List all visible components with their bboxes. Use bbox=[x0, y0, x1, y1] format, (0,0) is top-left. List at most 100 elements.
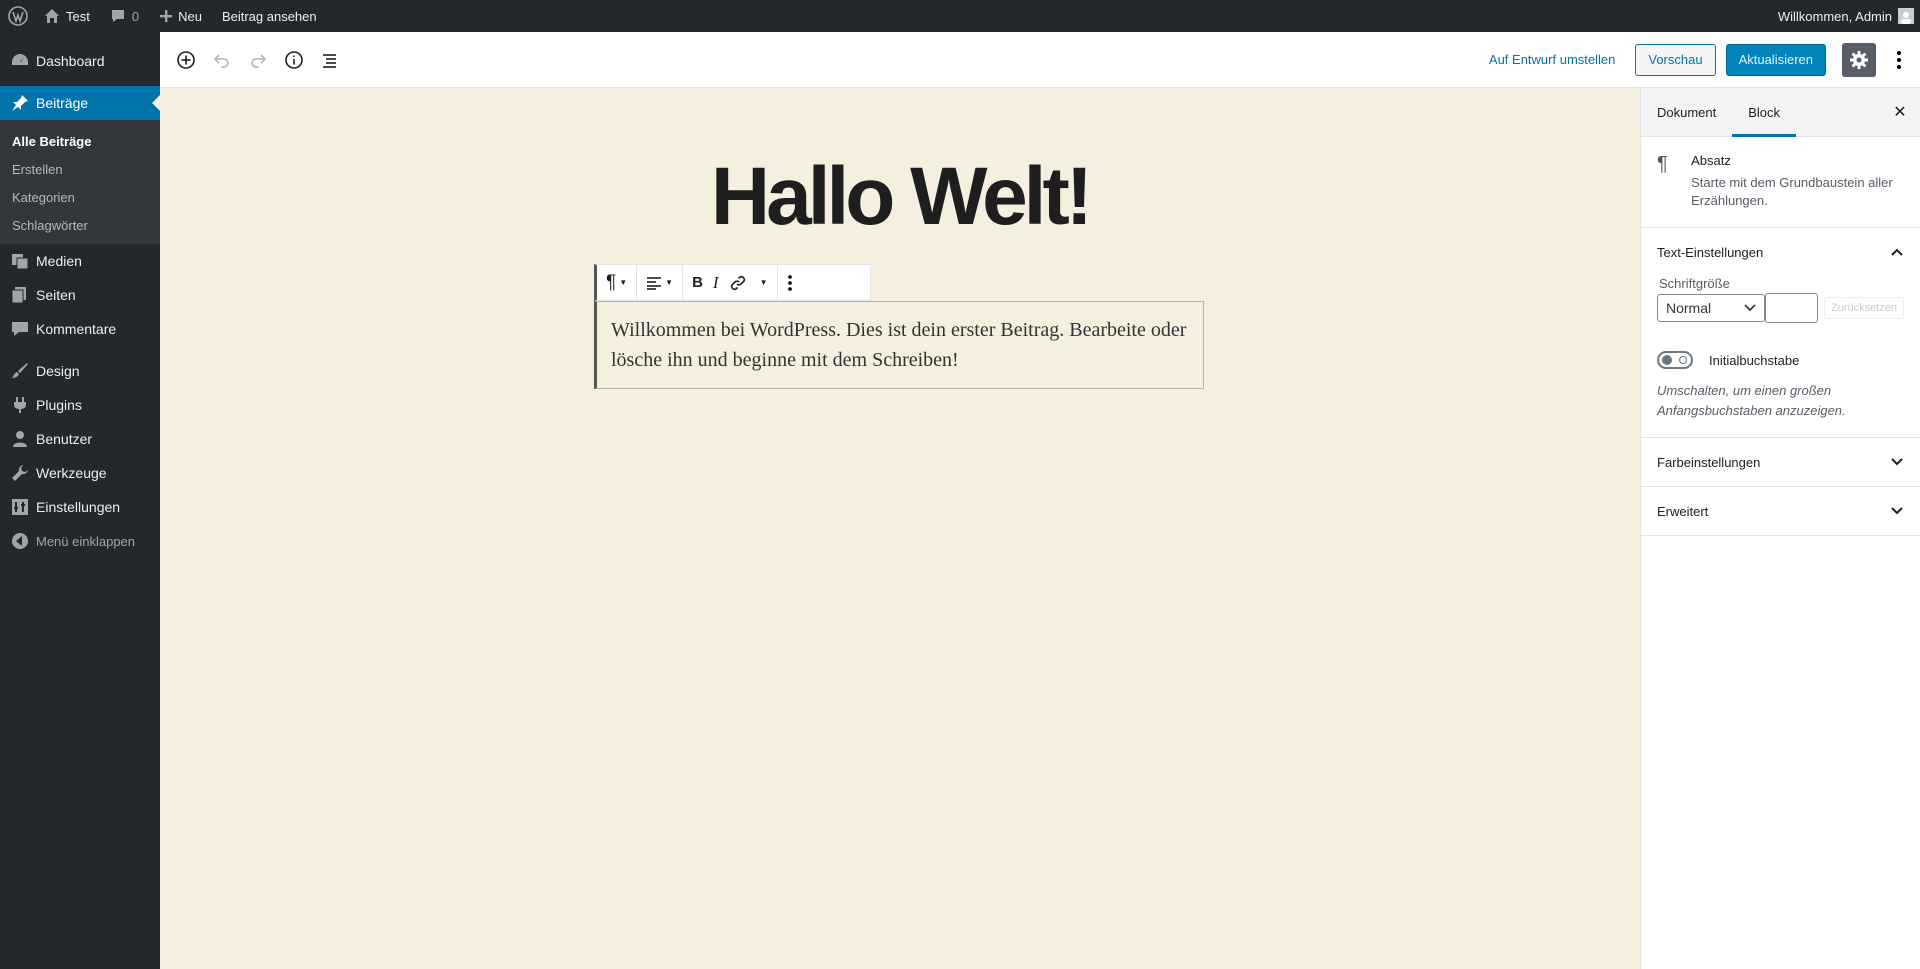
user-icon bbox=[10, 429, 30, 449]
outline-button[interactable] bbox=[312, 42, 348, 78]
chevron-down-icon bbox=[1890, 457, 1904, 467]
dashboard-icon bbox=[10, 51, 30, 71]
menu-label: Plugins bbox=[36, 397, 82, 413]
paragraph-icon: ¶ bbox=[1657, 153, 1668, 175]
inspector-tabs: Dokument Block ✕ bbox=[1641, 88, 1920, 137]
block-switcher[interactable]: ¶ ▼ bbox=[597, 265, 638, 300]
comment-icon bbox=[10, 319, 30, 339]
menu-dashboard[interactable]: Dashboard bbox=[0, 44, 160, 78]
menu-pages[interactable]: Seiten bbox=[0, 278, 160, 312]
menu-media[interactable]: Medien bbox=[0, 244, 160, 278]
font-size-value: Normal bbox=[1666, 300, 1712, 316]
view-post-label: Beitrag ansehen bbox=[221, 8, 317, 24]
menu-label: Seiten bbox=[36, 287, 76, 303]
preview-button[interactable]: Vorschau bbox=[1635, 43, 1716, 76]
menu-label: Menü einklappen bbox=[36, 533, 136, 549]
panel-title: Text-Einstellungen bbox=[1657, 244, 1764, 260]
menu-label: Medien bbox=[36, 253, 82, 269]
undo-button[interactable] bbox=[204, 42, 240, 78]
new-label: Neu bbox=[178, 8, 202, 24]
menu-users[interactable]: Benutzer bbox=[0, 422, 160, 456]
block-card: ¶ Absatz Starte mit dem Grundbaustein al… bbox=[1641, 137, 1920, 228]
menu-plugins[interactable]: Plugins bbox=[0, 388, 160, 422]
menu-design[interactable]: Design bbox=[0, 354, 160, 388]
media-icon bbox=[10, 251, 30, 271]
tab-document[interactable]: Dokument bbox=[1641, 88, 1732, 137]
gear-icon bbox=[1849, 50, 1869, 70]
wordpress-logo-icon[interactable] bbox=[2, 0, 34, 32]
text-settings-toggle[interactable]: Text-Einstellungen bbox=[1641, 228, 1920, 276]
drop-cap-help: Umschalten, um einen großen Anfangsbuchs… bbox=[1657, 383, 1846, 418]
menu-comments[interactable]: Kommentare bbox=[0, 312, 160, 346]
text-settings-panel: Text-Einstellungen Schriftgröße Normal Z… bbox=[1641, 228, 1920, 438]
admin-bar: Test 0 Neu Beitrag ansehen Willkommen, A… bbox=[0, 0, 1920, 32]
chevron-up-icon bbox=[1890, 247, 1904, 257]
drop-cap-toggle[interactable] bbox=[1657, 351, 1693, 369]
reset-button[interactable]: Zurücksetzen bbox=[1823, 297, 1904, 319]
info-button[interactable] bbox=[276, 42, 312, 78]
pages-icon bbox=[10, 285, 30, 305]
paragraph-icon: ¶ ▼ bbox=[606, 271, 628, 293]
font-size-select[interactable]: Normal bbox=[1657, 294, 1766, 322]
editor-header: Auf Entwurf umstellen Vorschau Aktualisi… bbox=[160, 32, 1920, 88]
avatar bbox=[1898, 8, 1914, 24]
editor-canvas: Hallo Welt! ¶ ▼ ▼ B I ▼ Willkommen bei Wo… bbox=[160, 88, 1640, 969]
submenu-tags[interactable]: Schlagwörter bbox=[0, 211, 160, 239]
menu-settings[interactable]: Einstellungen bbox=[0, 490, 160, 524]
format-group: B I ▼ bbox=[683, 265, 778, 301]
advanced-panel: Erweitert bbox=[1641, 487, 1920, 536]
panel-title: Erweitert bbox=[1657, 503, 1709, 519]
menu-label: Design bbox=[36, 363, 80, 379]
post-title[interactable]: Hallo Welt! bbox=[660, 156, 1140, 238]
block-name: Absatz bbox=[1691, 153, 1731, 168]
block-more-options[interactable] bbox=[778, 265, 802, 300]
bold-button[interactable]: B bbox=[687, 265, 708, 301]
wrench-icon bbox=[10, 463, 30, 483]
brush-icon bbox=[10, 361, 30, 381]
color-settings-panel: Farbeinstellungen bbox=[1641, 438, 1920, 487]
menu-tools[interactable]: Werkzeuge bbox=[0, 456, 160, 490]
close-icon[interactable]: ✕ bbox=[1880, 102, 1920, 122]
switch-to-draft-button[interactable]: Auf Entwurf umstellen bbox=[1477, 52, 1627, 67]
view-post-link[interactable]: Beitrag ansehen bbox=[212, 0, 327, 32]
menu-label: Kommentare bbox=[36, 321, 117, 337]
menu-posts[interactable]: Beiträge bbox=[0, 86, 160, 120]
comments-count: 0 bbox=[131, 8, 140, 24]
chevron-down-icon bbox=[1890, 506, 1904, 516]
font-size-label: Schriftgröße bbox=[1659, 276, 1730, 291]
more-menu-button[interactable] bbox=[1882, 43, 1916, 77]
new-content-link[interactable]: Neu bbox=[149, 0, 212, 32]
drop-cap-label: Initialbuchstabe bbox=[1709, 352, 1800, 368]
tab-block[interactable]: Block bbox=[1732, 88, 1797, 137]
account-menu[interactable]: Willkommen, Admin bbox=[1768, 0, 1920, 32]
comment-icon bbox=[110, 8, 126, 24]
submenu-all-posts[interactable]: Alle Beiträge bbox=[0, 127, 160, 155]
pin-icon bbox=[10, 93, 30, 113]
advanced-toggle[interactable]: Erweitert bbox=[1641, 487, 1920, 535]
header-settings: Auf Entwurf umstellen Vorschau Aktualisi… bbox=[1477, 42, 1920, 77]
custom-font-size-input[interactable] bbox=[1765, 293, 1818, 323]
menu-label: Dashboard bbox=[36, 53, 105, 69]
redo-button[interactable] bbox=[240, 42, 276, 78]
settings-toggle-button[interactable] bbox=[1842, 42, 1876, 77]
admin-sidebar: Dashboard Beiträge Alle Beiträge Erstell… bbox=[0, 32, 160, 969]
collapse-menu-button[interactable]: Menü einklappen bbox=[0, 524, 160, 558]
align-dropdown[interactable]: ▼ bbox=[637, 265, 684, 300]
italic-button[interactable]: I bbox=[708, 265, 724, 301]
comments-link[interactable]: 0 bbox=[100, 0, 149, 32]
site-name: Test bbox=[66, 8, 90, 24]
color-settings-toggle[interactable]: Farbeinstellungen bbox=[1641, 438, 1920, 486]
paragraph-block[interactable]: Willkommen bei WordPress. Dies ist dein … bbox=[594, 301, 1204, 389]
add-block-button[interactable] bbox=[168, 42, 204, 78]
submenu-create[interactable]: Erstellen bbox=[0, 155, 160, 183]
submenu-categories[interactable]: Kategorien bbox=[0, 183, 160, 211]
plugin-icon bbox=[10, 395, 30, 415]
link-button[interactable] bbox=[724, 265, 752, 301]
panel-title: Farbeinstellungen bbox=[1657, 454, 1761, 470]
menu-label: Benutzer bbox=[36, 431, 93, 447]
menu-label: Einstellungen bbox=[36, 499, 121, 515]
more-formats-chevron-icon[interactable]: ▼ bbox=[752, 265, 773, 301]
more-vertical-icon bbox=[782, 265, 798, 301]
update-button[interactable]: Aktualisieren bbox=[1725, 43, 1826, 76]
site-name-link[interactable]: Test bbox=[34, 0, 100, 32]
